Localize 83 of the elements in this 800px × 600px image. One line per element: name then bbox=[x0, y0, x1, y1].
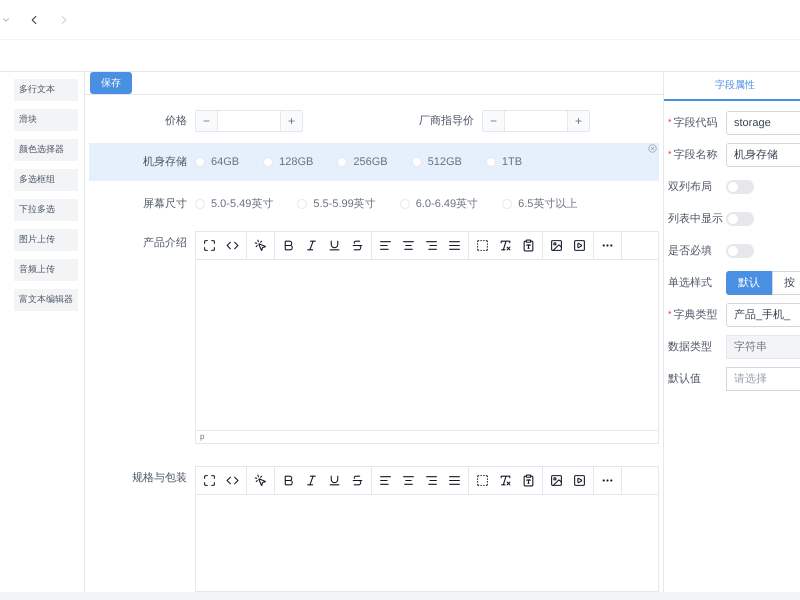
align-center-icon[interactable] bbox=[402, 239, 415, 252]
clear-format-icon[interactable] bbox=[499, 239, 512, 252]
field-label: 列表中显示 bbox=[668, 212, 723, 227]
align-left-icon[interactable] bbox=[379, 474, 392, 487]
component-item[interactable]: 多行文本 bbox=[14, 79, 78, 101]
strikethrough-icon[interactable] bbox=[351, 474, 364, 487]
radio-option[interactable]: 64GB bbox=[195, 154, 240, 170]
text-field[interactable]: storage bbox=[726, 111, 800, 135]
code-icon[interactable] bbox=[226, 239, 239, 252]
toggle-switch[interactable] bbox=[726, 180, 754, 194]
radio-option[interactable]: 5.0-5.49英寸 bbox=[195, 196, 274, 212]
radio-option[interactable]: 6.0-6.49英寸 bbox=[400, 196, 478, 212]
underline-icon[interactable] bbox=[328, 474, 341, 487]
component-item[interactable]: 下拉多选 bbox=[14, 199, 78, 221]
select-field[interactable]: 请选择 bbox=[726, 367, 800, 391]
field-label: 厂商指导价 bbox=[418, 114, 475, 129]
code-icon[interactable] bbox=[226, 474, 239, 487]
field-label: 双列布局 bbox=[668, 180, 712, 195]
component-item[interactable]: 多选框组 bbox=[14, 169, 78, 191]
component-item[interactable]: 音频上传 bbox=[14, 259, 78, 281]
radio-option[interactable]: 6.5英寸以上 bbox=[502, 196, 578, 212]
field-label: 屏幕尺寸 bbox=[142, 196, 188, 212]
field-label: 字段代码 bbox=[674, 116, 718, 131]
field-label: 默认值 bbox=[668, 372, 701, 387]
align-right-icon[interactable] bbox=[425, 474, 438, 487]
radio-option[interactable]: 512GB bbox=[412, 154, 462, 170]
field-label: 规格与包装 bbox=[131, 471, 188, 486]
select-all-icon[interactable] bbox=[476, 474, 489, 487]
cursor-click-icon[interactable] bbox=[254, 239, 267, 252]
segment-button[interactable]: 默认 bbox=[726, 271, 772, 295]
strikethrough-icon[interactable] bbox=[351, 239, 364, 252]
segment-button[interactable]: 按 bbox=[772, 271, 800, 295]
field-label: 价格 bbox=[164, 114, 188, 129]
underline-icon[interactable] bbox=[328, 239, 341, 252]
align-justify-icon[interactable] bbox=[448, 474, 461, 487]
clear-format-icon[interactable] bbox=[499, 474, 512, 487]
italic-icon[interactable] bbox=[305, 239, 318, 252]
field-label: 产品介绍 bbox=[142, 236, 188, 251]
rich-text-editor[interactable]: p bbox=[195, 231, 659, 444]
text-field[interactable]: 产品_手机_ bbox=[726, 303, 800, 327]
component-item[interactable]: 富文本编辑器 bbox=[14, 289, 78, 311]
component-item[interactable]: 滑块 bbox=[14, 109, 78, 131]
field-label: 字段名称 bbox=[674, 148, 718, 163]
number-input[interactable]: − + bbox=[195, 110, 303, 132]
align-left-icon[interactable] bbox=[379, 239, 392, 252]
number-input[interactable]: − + bbox=[482, 110, 590, 132]
fullscreen-icon[interactable] bbox=[203, 239, 216, 252]
radio-option[interactable]: 1TB bbox=[486, 154, 522, 170]
bold-icon[interactable] bbox=[282, 474, 295, 487]
align-right-icon[interactable] bbox=[425, 239, 438, 252]
align-center-icon[interactable] bbox=[402, 474, 415, 487]
required-mark: * bbox=[668, 308, 672, 322]
italic-icon[interactable] bbox=[305, 474, 318, 487]
paste-text-icon[interactable] bbox=[522, 474, 535, 487]
toggle-switch[interactable] bbox=[726, 244, 754, 258]
select-all-icon[interactable] bbox=[476, 239, 489, 252]
radio-option[interactable]: 256GB bbox=[337, 154, 388, 170]
field-label: 字典类型 bbox=[674, 308, 718, 323]
field-label: 机身存储 bbox=[142, 154, 188, 170]
save-button[interactable]: 保存 bbox=[90, 72, 132, 94]
image-icon[interactable] bbox=[550, 239, 563, 252]
required-mark: * bbox=[668, 116, 672, 130]
video-icon[interactable] bbox=[573, 239, 586, 252]
radio-option[interactable]: 5.5-5.99英寸 bbox=[297, 196, 376, 212]
fullscreen-icon[interactable] bbox=[203, 474, 216, 487]
cursor-click-icon[interactable] bbox=[254, 474, 267, 487]
paste-text-icon[interactable] bbox=[522, 239, 535, 252]
component-item[interactable]: 图片上传 bbox=[14, 229, 78, 251]
properties-tab[interactable]: 字段属性 bbox=[664, 72, 800, 101]
image-icon[interactable] bbox=[550, 474, 563, 487]
disabled-field: 字符串 bbox=[726, 335, 800, 359]
video-icon[interactable] bbox=[573, 474, 586, 487]
bold-icon[interactable] bbox=[282, 239, 295, 252]
text-field[interactable]: 机身存储 bbox=[726, 143, 800, 167]
radio-option[interactable]: 128GB bbox=[263, 154, 314, 170]
element-path: p bbox=[200, 433, 204, 441]
component-item[interactable]: 颜色选择器 bbox=[14, 139, 78, 161]
required-mark: * bbox=[668, 148, 672, 162]
align-justify-icon[interactable] bbox=[448, 239, 461, 252]
field-label: 数据类型 bbox=[668, 340, 712, 355]
field-label: 单选样式 bbox=[668, 276, 712, 291]
field-label: 是否必填 bbox=[668, 244, 712, 259]
toggle-switch[interactable] bbox=[726, 212, 754, 226]
